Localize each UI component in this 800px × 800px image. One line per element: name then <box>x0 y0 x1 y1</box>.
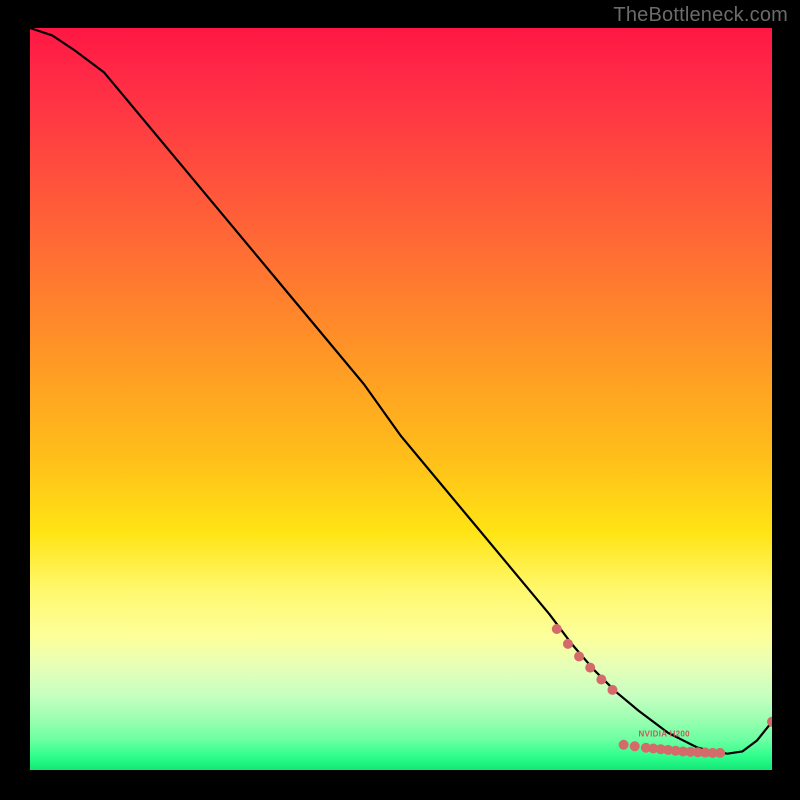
series-label: NVIDIA H200 <box>638 730 690 739</box>
data-marker <box>552 624 562 634</box>
chart-frame: TheBottleneck.com NVIDIA H200 <box>0 0 800 800</box>
bottleneck-curve <box>30 28 772 754</box>
data-marker <box>607 685 617 695</box>
data-marker <box>596 674 606 684</box>
data-marker <box>715 748 725 758</box>
watermark-text: TheBottleneck.com <box>613 4 788 27</box>
data-marker <box>563 639 573 649</box>
data-marker <box>767 717 772 727</box>
data-marker <box>630 741 640 751</box>
data-marker <box>585 663 595 673</box>
data-marker <box>619 740 629 750</box>
chart-svg: NVIDIA H200 <box>30 28 772 770</box>
data-marker <box>574 651 584 661</box>
